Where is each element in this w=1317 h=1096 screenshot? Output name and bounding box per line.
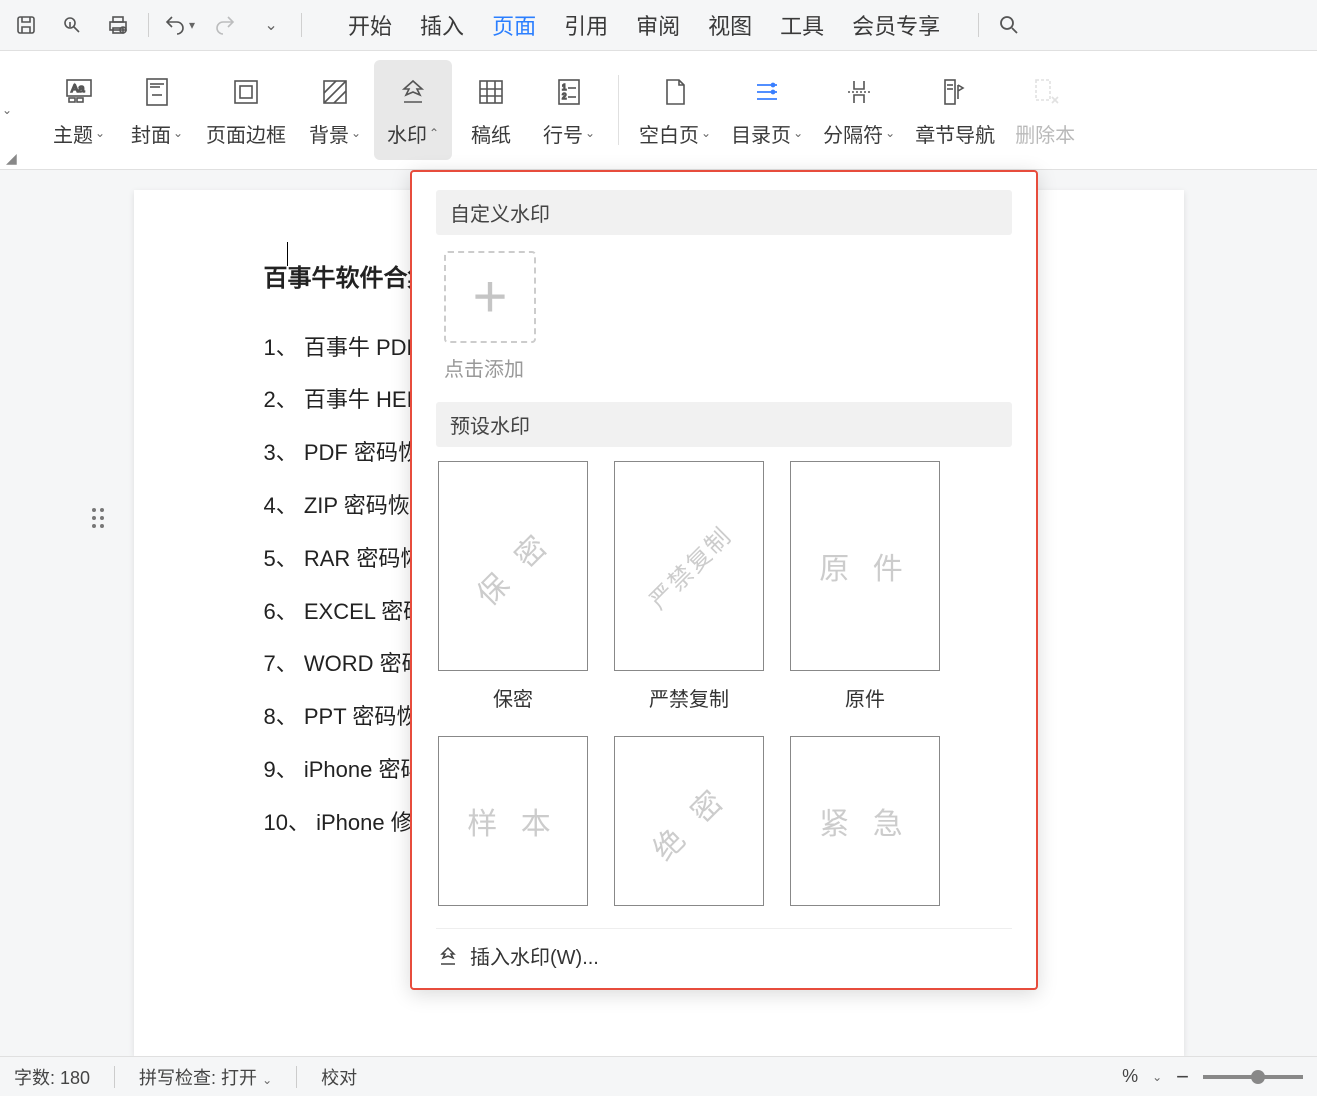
preset-watermark-header: 预设水印 (436, 402, 1012, 447)
preset-original[interactable]: 原 件 原件 (790, 461, 940, 712)
manuscript-button[interactable]: 稿纸 (452, 60, 530, 160)
undo-icon[interactable]: ▾ (163, 9, 195, 41)
page-border-button[interactable]: 页面边框 (196, 60, 296, 160)
background-button[interactable]: 背景⌄ (296, 60, 374, 160)
save-icon[interactable] (10, 9, 42, 41)
add-watermark-label: 点击添加 (444, 353, 524, 382)
cover-icon (138, 73, 176, 111)
zoom-slider[interactable] (1203, 1075, 1303, 1079)
separator-button[interactable]: 分隔符⌄ (813, 60, 905, 160)
svg-text:2: 2 (562, 92, 567, 101)
chapter-nav-icon (936, 73, 974, 111)
tab-page[interactable]: 页面 (480, 3, 548, 47)
zoom-value[interactable]: % (1122, 1066, 1138, 1087)
word-count[interactable]: 字数: 180 (14, 1064, 90, 1090)
ribbon-prev-icon[interactable]: ⌄ (2, 103, 12, 117)
line-number-button[interactable]: 12 行号⌄ (530, 60, 608, 160)
separator-icon (840, 73, 878, 111)
theme-icon: Aa (60, 73, 98, 111)
menu-tabs: 开始 插入 页面 引用 审阅 视图 工具 会员专享 (336, 3, 952, 47)
tab-member[interactable]: 会员专享 (840, 3, 952, 47)
theme-button[interactable]: Aa 主题⌄ (40, 60, 118, 160)
cover-button[interactable]: 封面⌄ (118, 60, 196, 160)
drag-grip-icon[interactable] (90, 506, 106, 530)
line-number-icon: 12 (550, 73, 588, 111)
ribbon-collapse-icon[interactable]: ◢ (6, 150, 17, 167)
svg-text:Aa: Aa (71, 83, 85, 95)
insert-watermark-item[interactable]: 插入水印(W)... (436, 928, 1012, 976)
delete-section-icon (1026, 73, 1064, 111)
toc-page-button[interactable]: 目录页⌄ (721, 60, 813, 160)
zoom-dropdown-icon[interactable]: ⌄ (1152, 1070, 1162, 1084)
plus-icon: + (472, 282, 507, 312)
tab-view[interactable]: 视图 (696, 3, 764, 47)
preset-urgent[interactable]: 紧 急 (790, 736, 940, 906)
tab-insert[interactable]: 插入 (408, 3, 476, 47)
blank-page-button[interactable]: 空白页⌄ (629, 60, 721, 160)
watermark-button[interactable]: 水印⌃ (374, 60, 452, 160)
delete-section-button[interactable]: 删除本 (1005, 60, 1085, 160)
redo-icon[interactable] (209, 9, 241, 41)
proofing-status[interactable]: 校对 (321, 1064, 357, 1090)
more-qat-icon[interactable]: ⌄ (255, 9, 287, 41)
tab-reference[interactable]: 引用 (552, 3, 620, 47)
custom-watermark-header: 自定义水印 (436, 190, 1012, 235)
preset-no-copy[interactable]: 严禁复制 严禁复制 (614, 461, 764, 712)
toc-page-icon (748, 73, 786, 111)
insert-watermark-icon (436, 944, 460, 968)
chapter-nav-button[interactable]: 章节导航 (905, 60, 1005, 160)
tab-tools[interactable]: 工具 (768, 3, 836, 47)
watermark-dropdown: 自定义水印 + 点击添加 预设水印 保 密 保密 严禁复制 严禁复制 原 件 原… (410, 170, 1038, 990)
background-icon (316, 73, 354, 111)
search-icon[interactable] (993, 9, 1025, 41)
print-icon[interactable] (56, 9, 88, 41)
status-bar: 字数: 180 拼写检查: 打开 ⌄ 校对 % ⌄ − (0, 1056, 1317, 1096)
ribbon: ⌄ ◢ Aa 主题⌄ 封面⌄ 页面边框 背景⌄ 水印⌃ 稿纸 (0, 50, 1317, 170)
preset-top-secret[interactable]: 绝 密 (614, 736, 764, 906)
text-cursor (264, 242, 288, 266)
blank-page-icon (656, 73, 694, 111)
watermark-icon (394, 73, 432, 111)
spellcheck-status[interactable]: 拼写检查: 打开 ⌄ (139, 1064, 272, 1090)
print-preview-icon[interactable] (102, 9, 134, 41)
tab-start[interactable]: 开始 (336, 3, 404, 47)
preset-sample[interactable]: 样 本 (438, 736, 588, 906)
tab-review[interactable]: 审阅 (624, 3, 692, 47)
zoom-out-icon[interactable]: − (1176, 1064, 1189, 1090)
add-watermark-button[interactable]: + (444, 251, 536, 343)
page-border-icon (227, 73, 265, 111)
preset-confidential[interactable]: 保 密 保密 (438, 461, 588, 712)
manuscript-icon (472, 73, 510, 111)
svg-text:1: 1 (562, 83, 567, 92)
